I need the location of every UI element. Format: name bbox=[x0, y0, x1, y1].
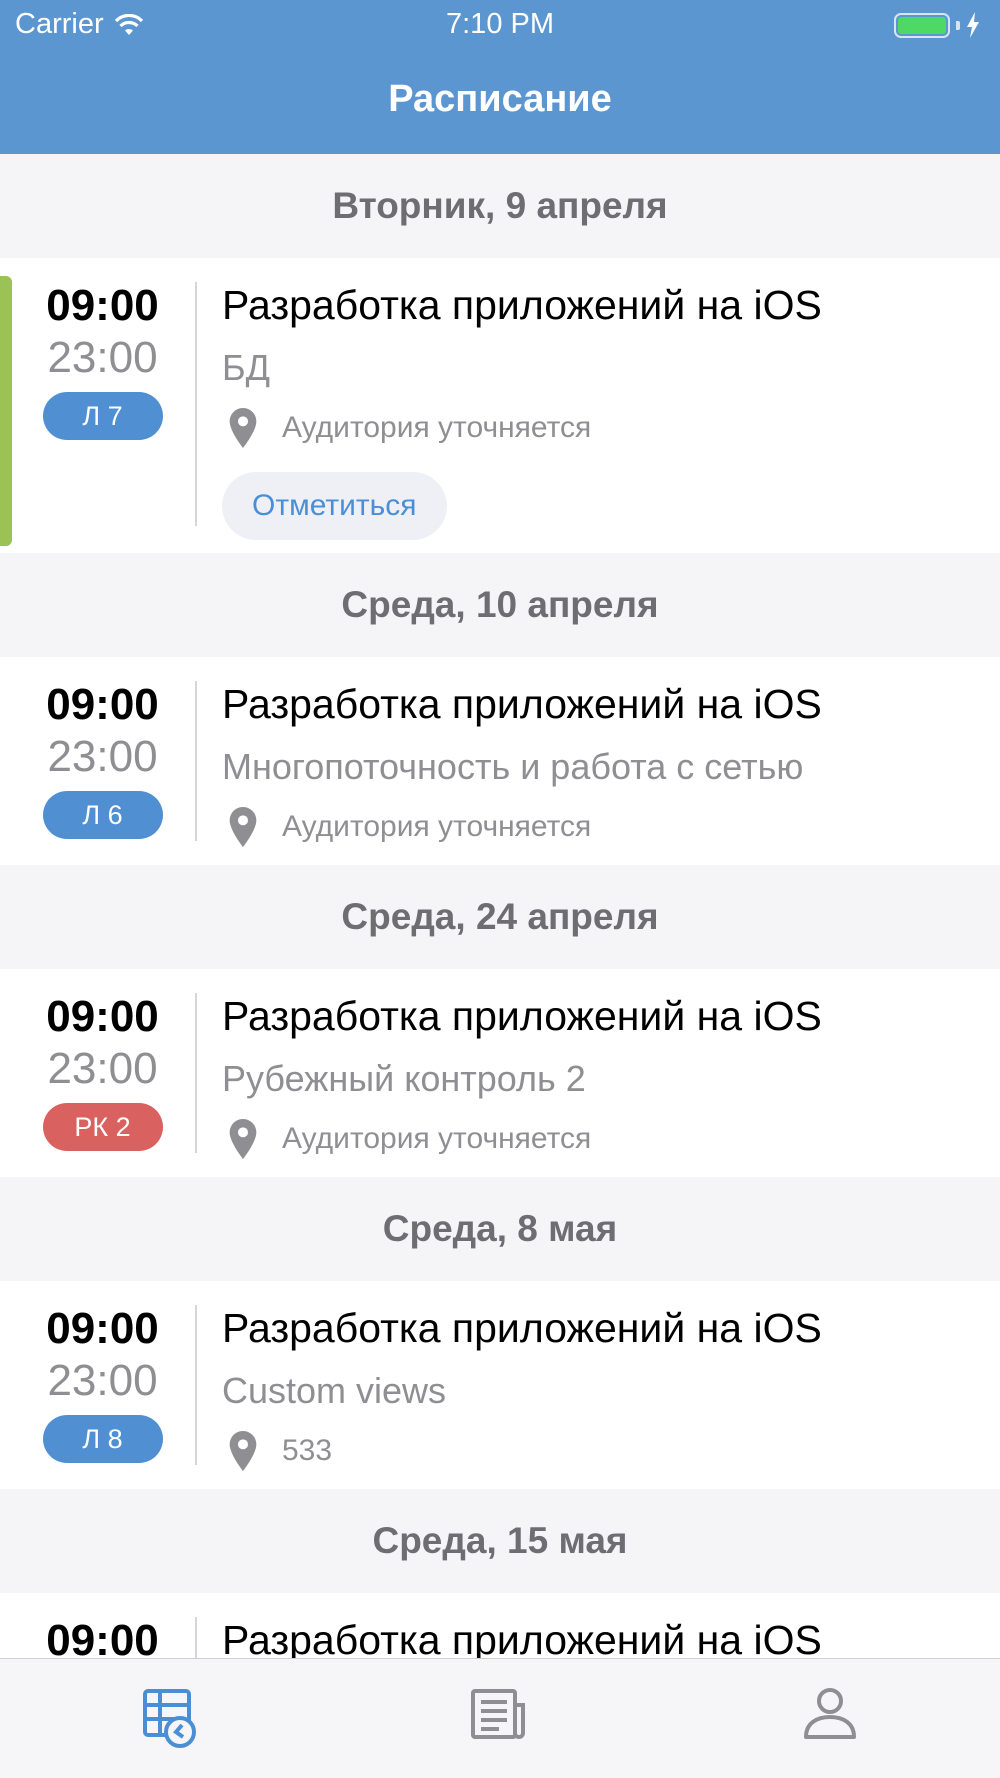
subject-title: Разработка приложений на iOS bbox=[222, 282, 822, 328]
room-row: Аудитория уточняется bbox=[222, 1107, 980, 1171]
start-time: 09:00 bbox=[46, 281, 159, 330]
current-lesson-marker bbox=[0, 276, 12, 546]
room-row: 533 bbox=[222, 1419, 980, 1483]
lesson-type-badge: Л 6 bbox=[42, 791, 163, 839]
navigation-bar: Carrier 7:10 PM Расписание bbox=[0, 0, 1000, 154]
lesson-type-badge: Л 7 bbox=[42, 392, 163, 440]
day-header: Среда, 24 апреля bbox=[0, 865, 1000, 969]
check-in-button[interactable]: Отметиться bbox=[222, 472, 447, 540]
subject-title: Разработка приложений на iOS bbox=[222, 1617, 822, 1658]
lesson-type-badge: РК 2 bbox=[42, 1103, 163, 1151]
lesson-topic: Многопоточность и работа с сетью bbox=[222, 746, 804, 787]
lesson-card[interactable]: 09:00 23:00 Л 6 Разработка приложений на… bbox=[0, 657, 1000, 865]
end-time: 23:00 bbox=[47, 1356, 158, 1405]
lesson-time: 09:00 23:00 Л 7 bbox=[40, 280, 165, 440]
room-label: Аудитория уточняется bbox=[282, 411, 592, 444]
start-time: 09:00 bbox=[46, 992, 159, 1041]
divider bbox=[195, 993, 197, 1153]
divider bbox=[195, 282, 197, 526]
subject-title: Разработка приложений на iOS bbox=[222, 1305, 822, 1351]
lesson-info: Разработка приложений на iOS Custom view… bbox=[222, 1293, 980, 1483]
start-time: 09:00 bbox=[46, 680, 159, 729]
lesson-topic: БД bbox=[222, 347, 271, 388]
news-icon bbox=[471, 1689, 525, 1739]
lesson-info: Разработка приложений на iOS БД Аудитори… bbox=[222, 270, 980, 540]
lesson-time: 09:00 23:00 Л 6 bbox=[40, 679, 165, 839]
lesson-time: 09:00 23:00 РК 2 bbox=[40, 991, 165, 1151]
lesson-info: Разработка приложений на iOS Многопоточн… bbox=[222, 669, 980, 859]
status-bar: Carrier 7:10 PM bbox=[0, 0, 1000, 52]
tab-profile[interactable] bbox=[795, 1679, 875, 1759]
start-time: 09:00 bbox=[46, 1304, 159, 1353]
tab-bar bbox=[0, 1658, 1000, 1778]
lesson-topic: Рубежный контроль 2 bbox=[222, 1058, 586, 1099]
lesson-time: 09:00 23:00 Л 8 bbox=[40, 1303, 165, 1463]
day-header: Среда, 10 апреля bbox=[0, 553, 1000, 657]
end-time: 23:00 bbox=[47, 732, 158, 781]
location-pin-icon bbox=[229, 1431, 257, 1471]
page-title: Расписание bbox=[388, 78, 612, 120]
room-row: Аудитория уточняется bbox=[222, 396, 980, 460]
battery-icon bbox=[894, 12, 980, 38]
divider bbox=[195, 1305, 197, 1465]
lesson-card[interactable]: 09:00 23:00 Л 7 Разработка приложений на… bbox=[0, 258, 1000, 553]
lesson-card[interactable]: 09:00 Разработка приложений на iOS bbox=[0, 1593, 1000, 1658]
tab-schedule[interactable] bbox=[130, 1679, 210, 1759]
end-time: 23:00 bbox=[47, 1044, 158, 1093]
clock: 7:10 PM bbox=[446, 8, 554, 40]
subject-title: Разработка приложений на iOS bbox=[222, 993, 822, 1039]
day-header: Среда, 8 мая bbox=[0, 1177, 1000, 1281]
end-time: 23:00 bbox=[47, 333, 158, 382]
charging-icon bbox=[967, 12, 979, 38]
lesson-info: Разработка приложений на iOS Рубежный ко… bbox=[222, 981, 980, 1171]
location-pin-icon bbox=[229, 408, 257, 448]
day-header: Среда, 15 мая bbox=[0, 1489, 1000, 1593]
day-header: Вторник, 9 апреля bbox=[0, 154, 1000, 258]
subject-title: Разработка приложений на iOS bbox=[222, 681, 822, 727]
location-pin-icon bbox=[229, 807, 257, 847]
start-time: 09:00 bbox=[46, 1616, 159, 1658]
lesson-info: Разработка приложений на iOS bbox=[222, 1605, 980, 1658]
location-pin-icon bbox=[229, 1119, 257, 1159]
schedule-icon bbox=[143, 1689, 196, 1748]
room-row: Аудитория уточняется bbox=[222, 795, 980, 859]
divider bbox=[195, 1617, 197, 1658]
room-label: Аудитория уточняется bbox=[282, 1122, 592, 1155]
schedule-list[interactable]: Вторник, 9 апреля 09:00 23:00 Л 7 Разраб… bbox=[0, 154, 1000, 1658]
lesson-topic: Custom views bbox=[222, 1370, 447, 1411]
lesson-card[interactable]: 09:00 23:00 РК 2 Разработка приложений н… bbox=[0, 969, 1000, 1177]
tab-news[interactable] bbox=[465, 1679, 545, 1759]
lesson-card[interactable]: 09:00 23:00 Л 8 Разработка приложений на… bbox=[0, 1281, 1000, 1489]
room-label: 533 bbox=[282, 1434, 333, 1467]
profile-icon bbox=[804, 1688, 856, 1739]
divider bbox=[195, 681, 197, 841]
lesson-time: 09:00 bbox=[40, 1615, 165, 1658]
lesson-type-badge: Л 8 bbox=[42, 1415, 163, 1463]
room-label: Аудитория уточняется bbox=[282, 810, 592, 843]
